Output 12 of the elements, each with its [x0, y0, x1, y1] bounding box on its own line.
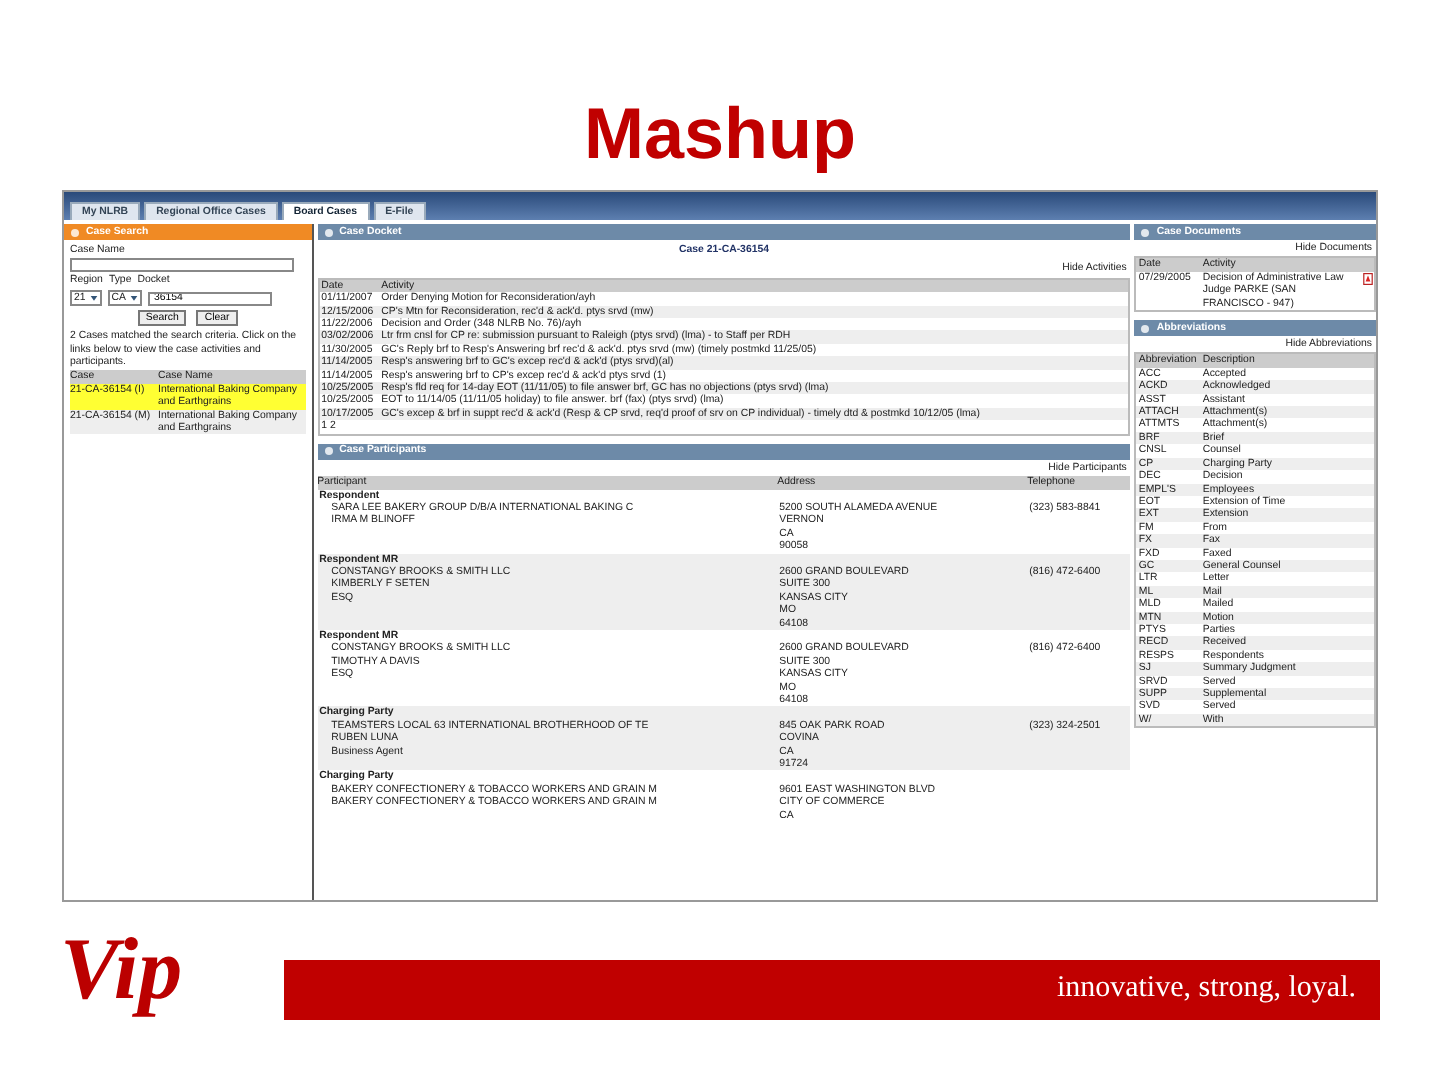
- circle-icon: [1140, 323, 1151, 334]
- circle-icon: [323, 446, 334, 457]
- pdf-icon[interactable]: [1362, 271, 1374, 286]
- circle-icon: [323, 227, 334, 237]
- circle-icon: [1140, 227, 1151, 237]
- slide-title: Mashup: [583, 90, 856, 178]
- case-name-field[interactable]: [70, 258, 294, 273]
- tagline: innovative, strong, loyal.: [1056, 972, 1356, 1006]
- circle-icon: [70, 227, 80, 237]
- caret-icon: [89, 294, 98, 303]
- caret-icon: [130, 294, 138, 303]
- logo: Vip: [60, 918, 185, 1020]
